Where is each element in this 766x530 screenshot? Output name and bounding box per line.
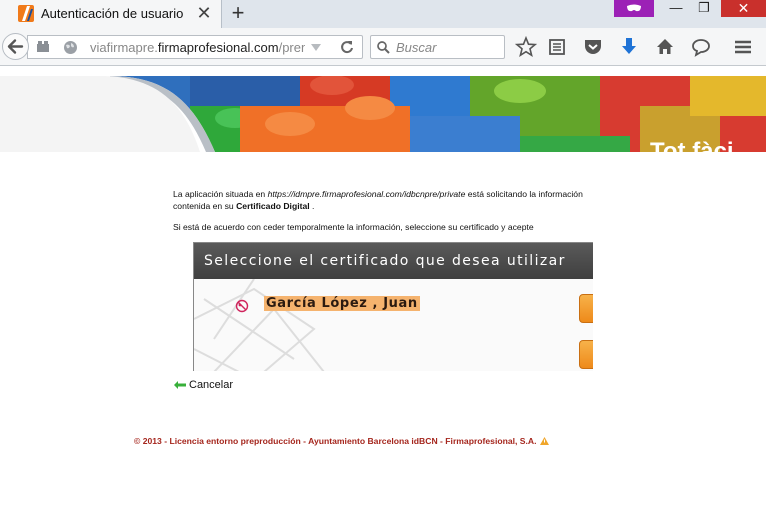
tab-close-icon[interactable]: ✕ [196, 4, 212, 22]
url-text[interactable]: viafirmapre.firmaprofesional.com/premc [90, 40, 305, 55]
navigation-bar: viafirmapre.firmaprofesional.com/premc B… [0, 28, 766, 66]
lego-banner-image: Tot fàci [0, 76, 766, 152]
intro-strong: Certificado Digital [236, 201, 310, 211]
url-dropdown-icon[interactable] [311, 44, 321, 52]
intro-text-a: La aplicación situada en [173, 189, 268, 199]
tab-autenticacion[interactable]: Autenticación de usuario ✕ [0, 0, 222, 28]
certificate-selector-panel: Seleccione el certificado que desea util… [193, 242, 593, 371]
back-button[interactable] [2, 33, 29, 60]
url-suffix: /premc [278, 40, 305, 55]
tab-title: Autenticación de usuario [41, 6, 184, 21]
cancel-link[interactable]: Cancelar [174, 379, 233, 391]
certificate-panel-title: Seleccione el certificado que desea util… [204, 253, 566, 269]
bookmark-star-icon[interactable] [515, 36, 537, 58]
search-icon [377, 41, 390, 54]
search-placeholder: Buscar [396, 40, 437, 55]
certificate-secondary-button[interactable] [579, 340, 593, 369]
certificate-accept-button[interactable] [579, 294, 593, 323]
bookmarks-menu-icon[interactable] [546, 36, 568, 58]
certificate-list: García López , Juan [194, 279, 593, 371]
download-icon[interactable] [618, 36, 640, 58]
firmaprofesional-favicon-icon [18, 5, 34, 22]
window-close-button[interactable]: ✕ [721, 0, 766, 17]
restore-button[interactable]: ❐ [689, 0, 719, 18]
home-icon[interactable] [654, 36, 676, 58]
tab-strip: Autenticación de usuario ✕ + — ❐ ✕ [0, 0, 766, 28]
certificate-item-name[interactable]: García López , Juan [264, 296, 420, 311]
tab-groups-icon[interactable] [36, 40, 50, 54]
search-bar[interactable]: Buscar [370, 35, 505, 59]
minimize-button[interactable]: — [661, 0, 691, 18]
cancel-label: Cancelar [189, 379, 234, 391]
header-banner: Tot fàci [0, 76, 766, 152]
reload-icon[interactable] [340, 40, 354, 54]
consent-paragraph: Si está de acuerdo con ceder temporalmen… [173, 222, 534, 232]
private-browsing-mask-icon [614, 0, 654, 17]
hamburger-menu-icon[interactable] [732, 36, 754, 58]
new-tab-button[interactable]: + [229, 2, 247, 24]
page-content: La aplicación situada en https://idmpre.… [0, 152, 766, 530]
intro-end: . [309, 201, 315, 211]
warning-icon [539, 437, 549, 445]
intro-paragraph: La aplicación situada en https://idmpre.… [173, 188, 593, 212]
background-watermark-image [194, 279, 325, 371]
certificate-invalid-icon [235, 299, 249, 313]
back-arrow-green-icon [174, 381, 186, 390]
chat-icon[interactable] [690, 36, 712, 58]
banner-slogan: Tot fàci [650, 138, 734, 152]
url-host: firmaprofesional.com [157, 40, 279, 55]
globe-icon[interactable] [63, 40, 78, 55]
pocket-icon[interactable] [582, 36, 604, 58]
intro-url: https://idmpre.firmaprofesional.com/idbc… [267, 189, 466, 199]
back-arrow-icon [7, 39, 24, 54]
url-prefix: viafirmapre. [90, 40, 158, 55]
url-bar[interactable]: viafirmapre.firmaprofesional.com/premc [27, 35, 363, 59]
footer-text: © 2013 - Licencia entorno preproducción … [134, 436, 537, 446]
certificate-panel-header: Seleccione el certificado que desea util… [194, 243, 593, 279]
footer-copyright: © 2013 - Licencia entorno preproducción … [134, 436, 549, 446]
